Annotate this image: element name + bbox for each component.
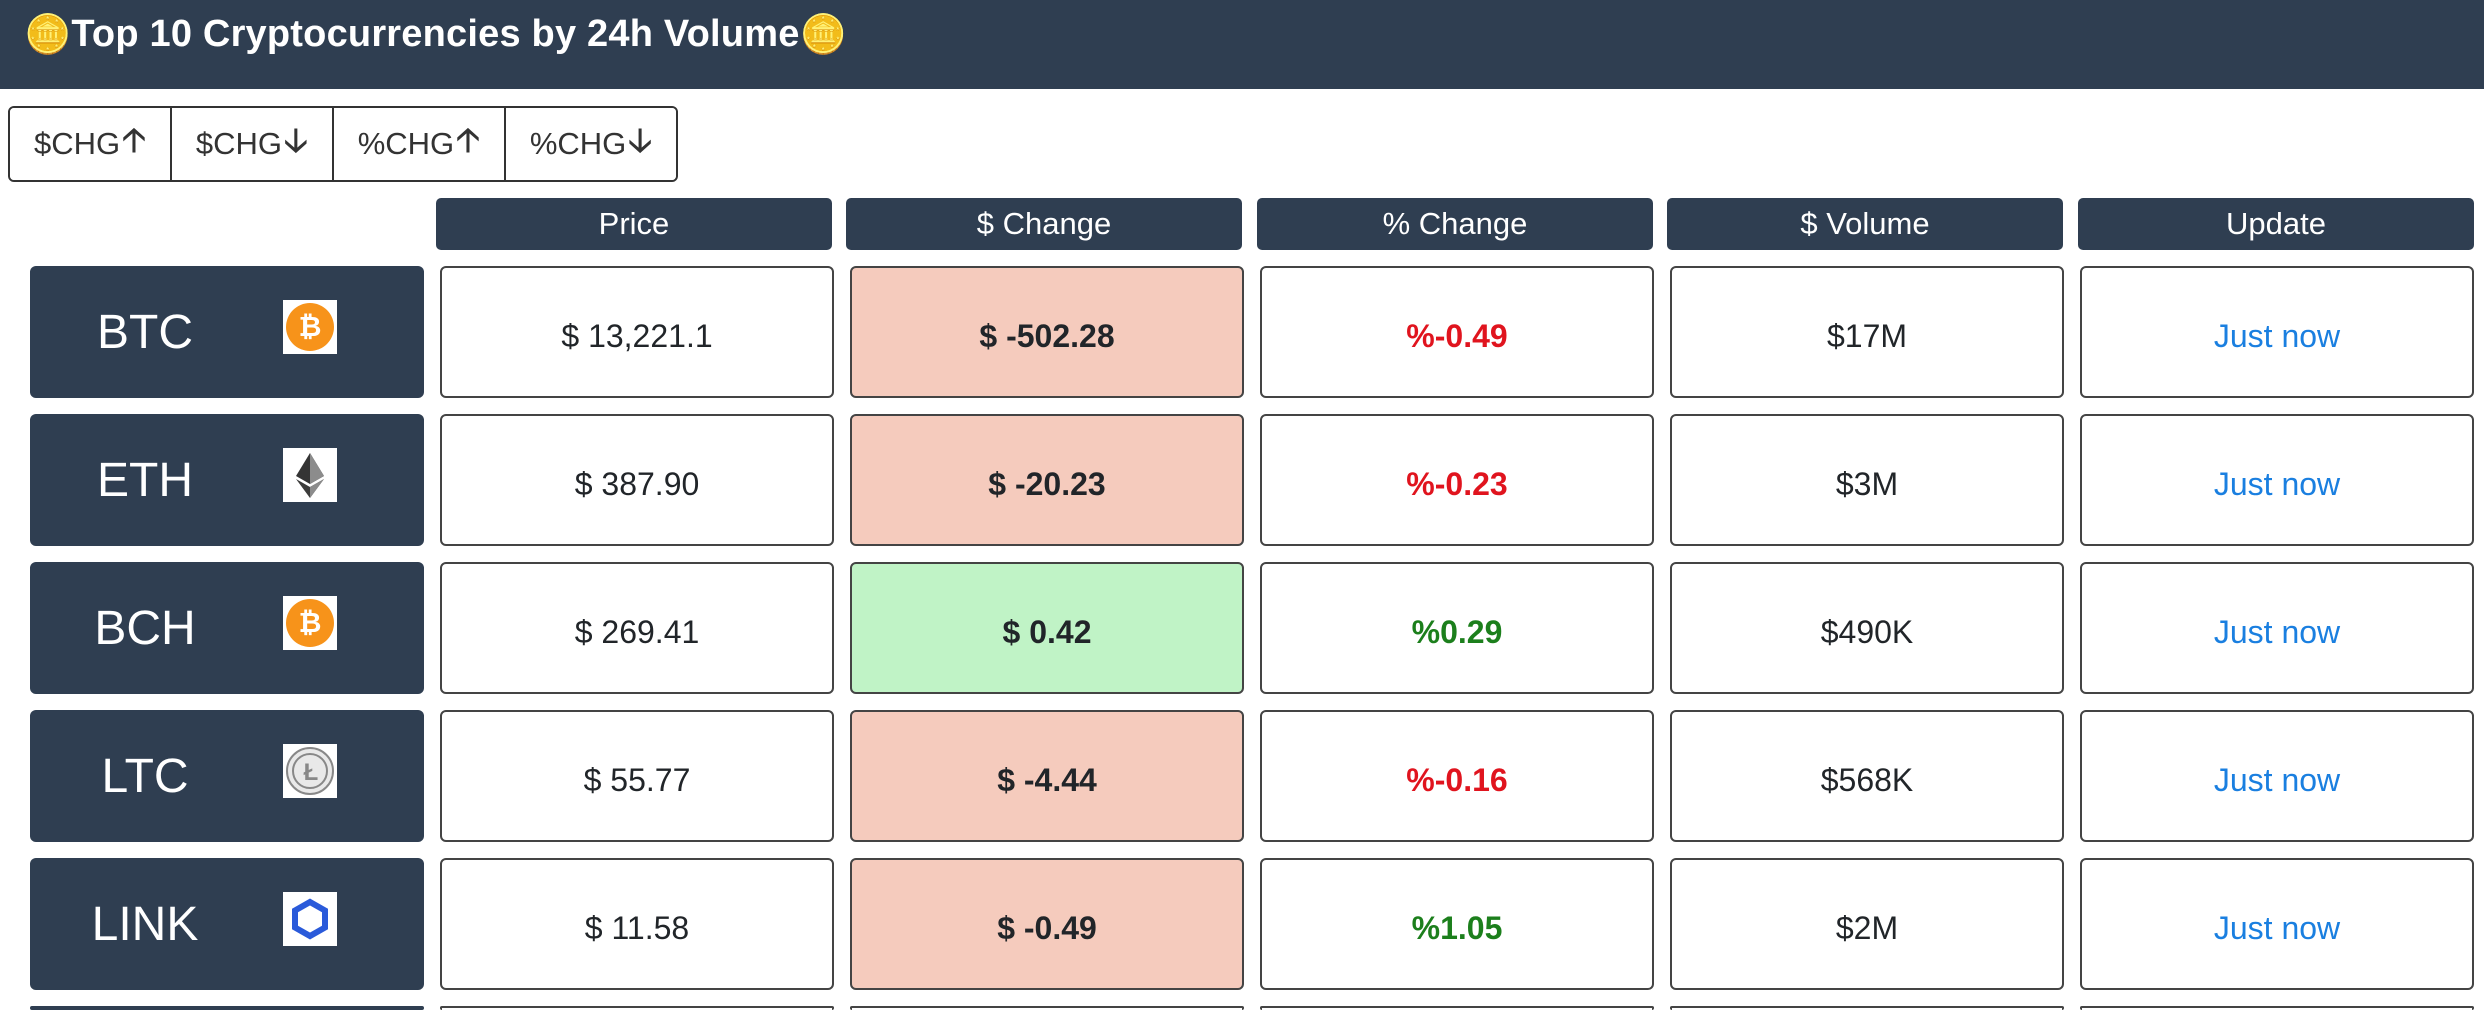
coin-label: BTC ₿ bbox=[30, 266, 424, 398]
chainlink-logo-icon bbox=[283, 892, 337, 946]
sort-dollar-change-desc-button[interactable]: $CHG 🡣 bbox=[171, 108, 334, 180]
price-cell: $ 387.90 bbox=[440, 414, 834, 546]
sort-button-label: $CHG bbox=[34, 126, 121, 161]
volume-cell: $17M bbox=[1670, 266, 2064, 398]
price-cell: $ 55.77 bbox=[440, 710, 834, 842]
sort-button-label: %CHG bbox=[529, 126, 627, 161]
coin-label bbox=[30, 1006, 424, 1010]
sort-button-label: %CHG bbox=[357, 126, 455, 161]
column-header-update: Update bbox=[2078, 198, 2474, 250]
coin-label: LTC Ł bbox=[30, 710, 424, 842]
sort-percent-change-desc-button[interactable]: %CHG 🡣 bbox=[505, 108, 676, 180]
dollar-change-cell bbox=[850, 1006, 1244, 1010]
update-cell bbox=[2080, 1006, 2474, 1010]
update-link[interactable]: Just now bbox=[2080, 414, 2474, 546]
page-title: Top 10 Cryptocurrencies by 24h Volume bbox=[71, 13, 800, 55]
percent-change-cell: %-0.16 bbox=[1260, 710, 1654, 842]
column-header-percent-change: % Change bbox=[1257, 198, 1653, 250]
bitcoin-cash-logo-icon: ₿ bbox=[283, 596, 337, 650]
price-cell: $ 11.58 bbox=[440, 858, 834, 990]
arrow-down-icon: 🡣 bbox=[283, 121, 308, 158]
update-link[interactable]: Just now bbox=[2080, 562, 2474, 694]
coin-label: BCH ₿ bbox=[30, 562, 424, 694]
coin-symbol: LINK bbox=[91, 897, 199, 951]
app-header: 🪙 Top 10 Cryptocurrencies by 24h Volume … bbox=[0, 0, 2484, 89]
arrow-up-icon: 🡡 bbox=[122, 121, 146, 158]
price-cell: $ 13,221.1 bbox=[440, 266, 834, 398]
update-link[interactable]: Just now bbox=[2080, 858, 2474, 990]
coin-symbol: BTC bbox=[97, 305, 193, 359]
percent-change-cell: %-0.23 bbox=[1260, 414, 1654, 546]
table-row: BCH ₿ $ 269.41 $ 0.42 %0.29 $490K Just n… bbox=[0, 562, 2484, 694]
update-link[interactable]: Just now bbox=[2080, 710, 2474, 842]
table-row: LINK $ 11.58 $ -0.49 %1.05 $2M Just now bbox=[0, 858, 2484, 990]
sort-dollar-change-asc-button[interactable]: $CHG 🡡 bbox=[10, 108, 172, 180]
sort-button-label: $CHG bbox=[195, 126, 282, 161]
update-link[interactable]: Just now bbox=[2080, 266, 2474, 398]
table-row: BTC ₿ $ 13,221.1 $ -502.28 %-0.49 $17M J… bbox=[0, 266, 2484, 398]
sort-button-group: $CHG 🡡 $CHG 🡣 %CHG 🡡 %CHG 🡣 bbox=[8, 106, 678, 182]
volume-cell: $3M bbox=[1670, 414, 2064, 546]
litecoin-logo-icon: Ł bbox=[283, 744, 337, 798]
bitcoin-logo-icon: ₿ bbox=[283, 300, 337, 354]
svg-text:₿: ₿ bbox=[299, 311, 322, 342]
dollar-change-cell: $ -4.44 bbox=[850, 710, 1244, 842]
percent-change-cell: %-0.49 bbox=[1260, 266, 1654, 398]
volume-cell bbox=[1670, 1006, 2064, 1010]
volume-cell: $568K bbox=[1670, 710, 2064, 842]
column-header-price: Price bbox=[436, 198, 832, 250]
coin-label: ETH bbox=[30, 414, 424, 546]
sort-percent-change-asc-button[interactable]: %CHG 🡡 bbox=[333, 108, 506, 180]
arrow-down-icon: 🡣 bbox=[628, 121, 652, 158]
percent-change-cell: %1.05 bbox=[1260, 858, 1654, 990]
coin-symbol: BCH bbox=[94, 601, 196, 655]
dollar-change-cell: $ -0.49 bbox=[850, 858, 1244, 990]
coin-symbol: ETH bbox=[97, 453, 193, 507]
table-row: LTC Ł $ 55.77 $ -4.44 %-0.16 $568K Just … bbox=[0, 710, 2484, 842]
table-row: ETH $ 387.90 $ -20.23 %-0.23 $3M Just no… bbox=[0, 414, 2484, 546]
percent-change-cell bbox=[1260, 1006, 1654, 1010]
arrow-up-icon: 🡡 bbox=[456, 121, 480, 158]
column-header-dollar-change: $ Change bbox=[846, 198, 1242, 250]
coin-label: LINK bbox=[30, 858, 424, 990]
ethereum-logo-icon bbox=[283, 448, 337, 502]
dollar-change-cell: $ -20.23 bbox=[850, 414, 1244, 546]
volume-cell: $2M bbox=[1670, 858, 2064, 990]
price-cell: $ 269.41 bbox=[440, 562, 834, 694]
coins-icon: 🪙 bbox=[799, 13, 847, 56]
coin-symbol: LTC bbox=[101, 749, 189, 803]
dollar-change-cell: $ 0.42 bbox=[850, 562, 1244, 694]
column-header-volume: $ Volume bbox=[1667, 198, 2063, 250]
price-cell bbox=[440, 1006, 834, 1010]
svg-text:Ł: Ł bbox=[304, 759, 319, 786]
dollar-change-cell: $ -502.28 bbox=[850, 266, 1244, 398]
coins-icon: 🪙 bbox=[24, 13, 72, 56]
title-wrap: 🪙 Top 10 Cryptocurrencies by 24h Volume … bbox=[24, 13, 847, 57]
percent-change-cell: %0.29 bbox=[1260, 562, 1654, 694]
table-row-partial bbox=[0, 1006, 2484, 1010]
svg-text:₿: ₿ bbox=[299, 607, 322, 638]
volume-cell: $490K bbox=[1670, 562, 2064, 694]
